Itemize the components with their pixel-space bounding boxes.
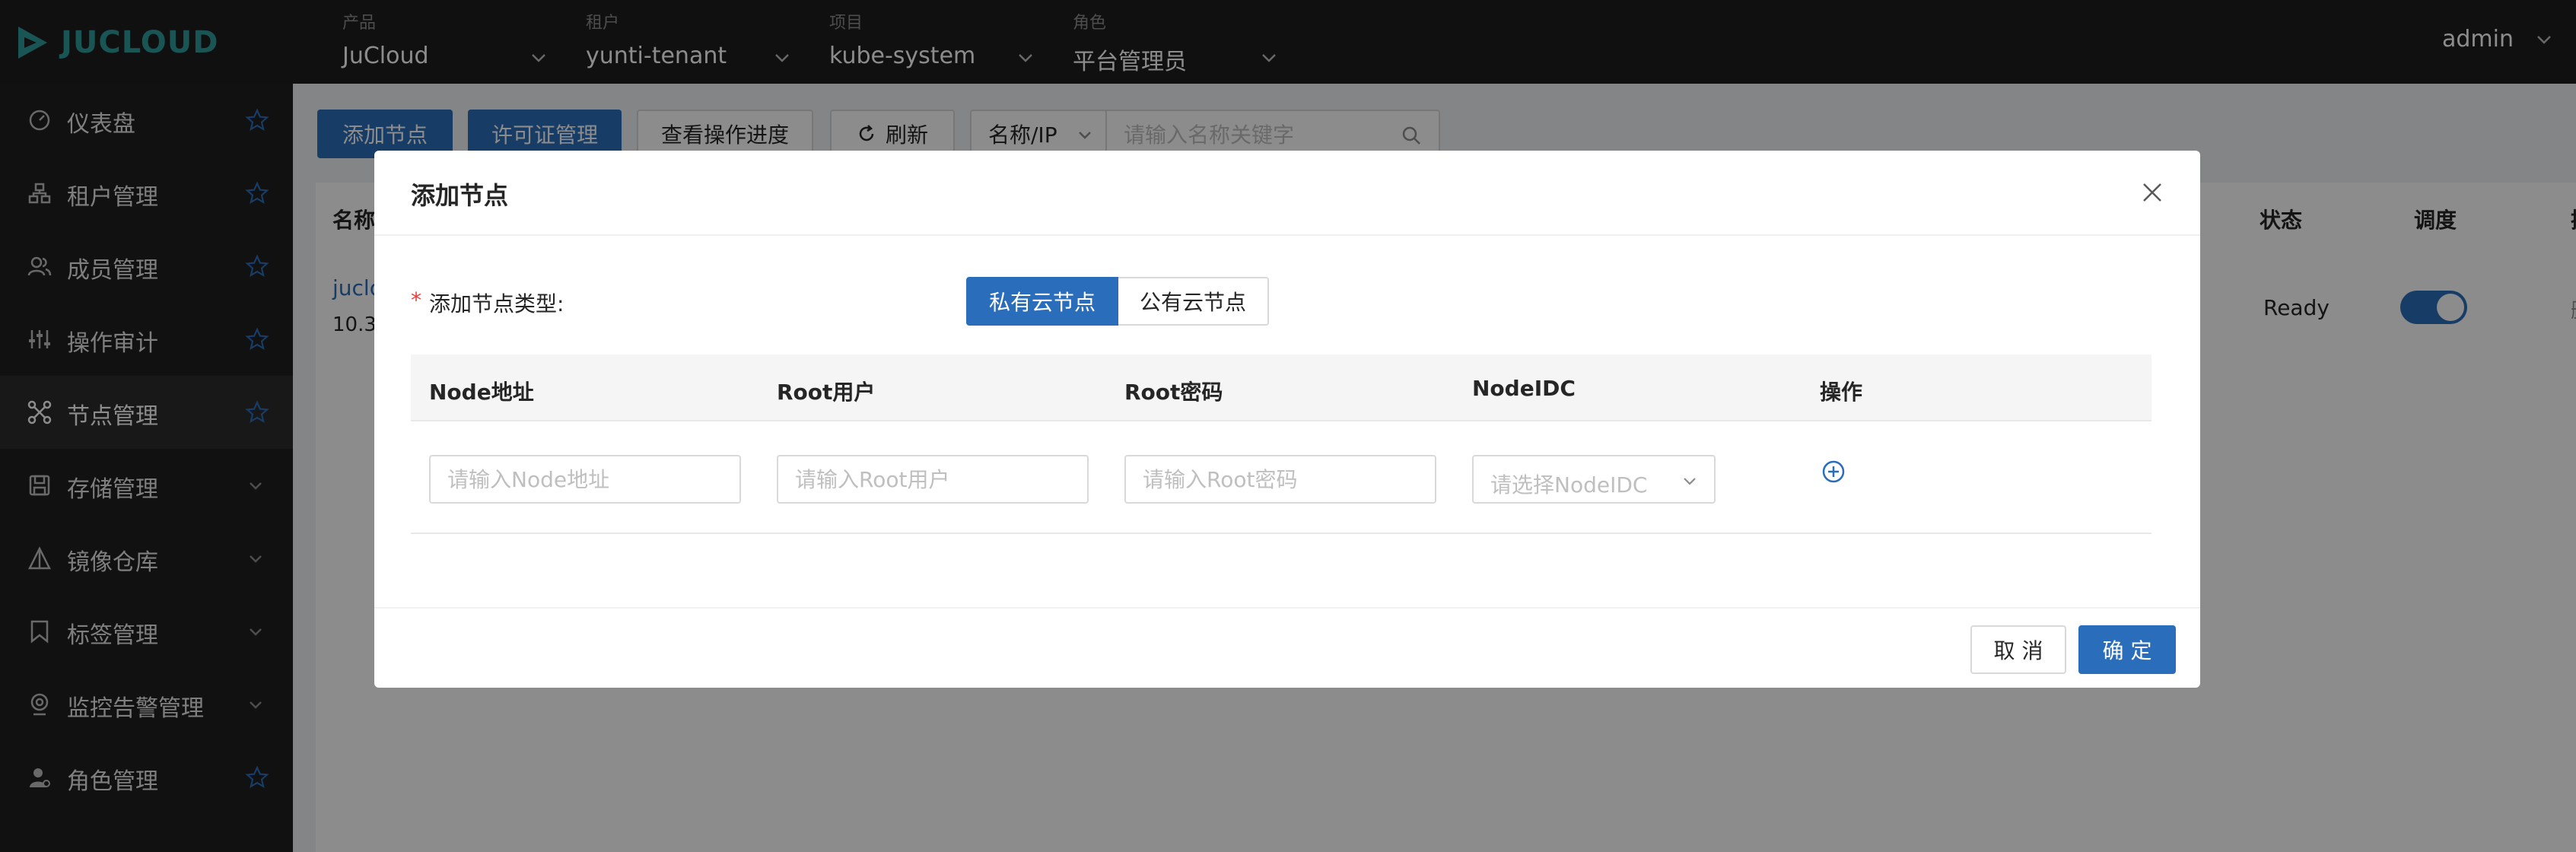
column-header-root-password: Root密码 [1124, 380, 1223, 405]
node-address-input[interactable] [429, 455, 741, 504]
column-header-actions: 操作 [1820, 380, 1863, 405]
modal-footer: 取 消 确 定 [374, 607, 2200, 688]
modal-header: 添加节点 [374, 151, 2200, 236]
close-icon[interactable] [2141, 181, 2164, 204]
node-type-switch: 私有云节点 公有云节点 [966, 277, 1270, 326]
table-row: 请选择NodeIDC [411, 421, 2151, 534]
table-header: Node地址 Root用户 Root密码 NodeIDC 操作 [411, 354, 2151, 421]
confirm-button[interactable]: 确 定 [2078, 625, 2176, 674]
add-row-icon[interactable] [1821, 459, 1846, 484]
node-idc-select-box[interactable]: 请选择NodeIDC [1472, 455, 1716, 504]
node-idc-placeholder: 请选择NodeIDC [1490, 472, 1648, 498]
modal-title: 添加节点 [411, 181, 509, 210]
cancel-button[interactable]: 取 消 [1970, 625, 2066, 674]
column-header-node-idc: NodeIDC [1472, 376, 1576, 401]
public-cloud-option[interactable]: 公有云节点 [1118, 277, 1270, 326]
required-mark: * [411, 288, 421, 313]
private-cloud-option[interactable]: 私有云节点 [966, 277, 1119, 326]
column-header-node-address: Node地址 [429, 380, 534, 405]
root-password-input[interactable] [1124, 455, 1436, 504]
column-header-root-user: Root用户 [777, 380, 876, 405]
node-type-label: 添加节点类型: [429, 291, 564, 316]
root-user-input[interactable] [777, 455, 1089, 504]
chevron-down-icon [1684, 478, 1696, 485]
add-node-modal: 添加节点 * 添加节点类型: 私有云节点 公有云节点 Node地址 Root用户… [374, 151, 2200, 688]
